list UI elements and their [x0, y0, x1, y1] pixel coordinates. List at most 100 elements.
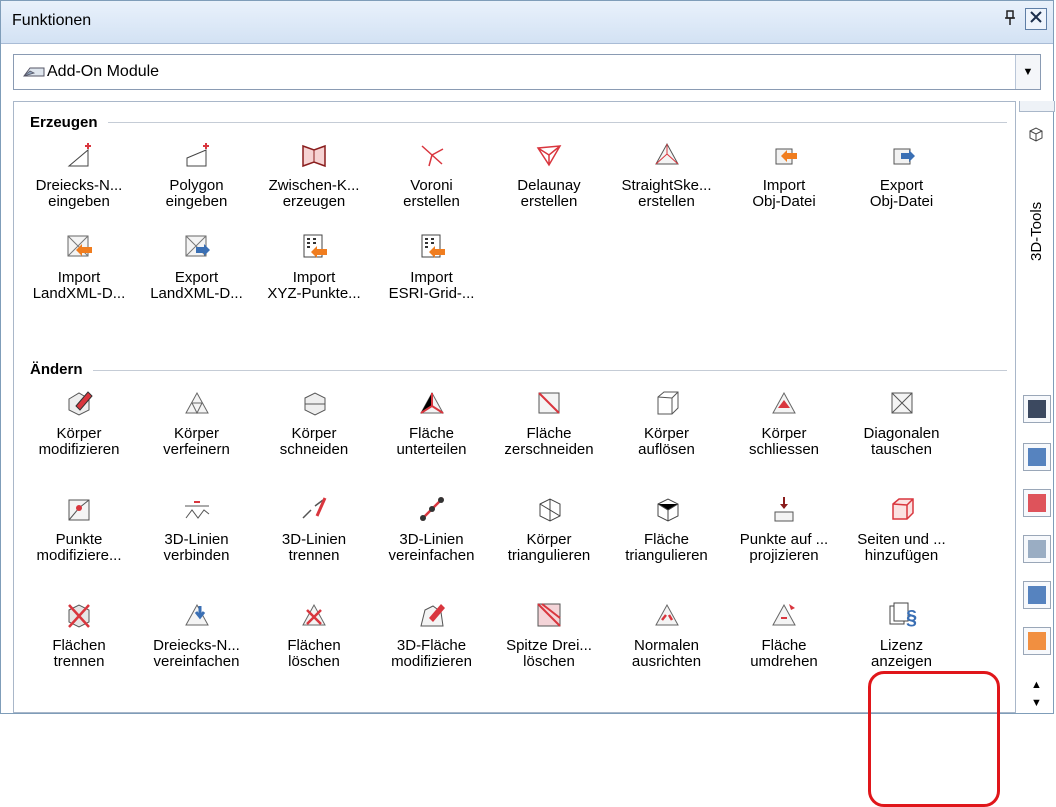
divider — [30, 370, 1007, 371]
side-tab[interactable] — [1019, 101, 1055, 112]
delaunay-icon — [536, 145, 562, 167]
close-icon — [1030, 11, 1042, 23]
tool-import-landxml[interactable]: Import LandXML-D... — [14, 232, 144, 324]
export-obj-icon — [893, 148, 915, 165]
body-triangulate-icon — [539, 498, 561, 522]
tool-sharp-triangles-delete[interactable]: Spitze Drei... löschen — [484, 600, 614, 692]
tool-faces-delete[interactable]: Flächen löschen — [249, 600, 379, 692]
add-on-module-icon — [23, 67, 45, 77]
tool-body-dissolve[interactable]: Körper auflösen — [602, 388, 732, 480]
tool-delaunay[interactable]: Delaunay erstellen — [484, 140, 614, 232]
tool-label: Export Obj-Datei — [869, 177, 934, 210]
tool-export-landxml[interactable]: Export LandXML-D... — [132, 232, 262, 324]
export-landxml-icon — [185, 235, 210, 257]
tool-align-normals[interactable]: Normalen ausrichten — [602, 600, 732, 692]
tool-label: Zwischen-K... erzeugen — [268, 177, 360, 210]
side-tab-3d-tools[interactable]: 3D-Tools — [1021, 151, 1053, 261]
body-dissolve-icon — [657, 391, 678, 415]
tool-body-modify[interactable]: Körper modifizieren — [14, 388, 144, 480]
tool-label: Körper schliessen — [748, 425, 820, 458]
tool-points-project[interactable]: Punkte auf ... projizieren — [719, 494, 849, 586]
tool-license[interactable]: § Lizenz anzeigen — [837, 600, 967, 692]
module-select-value: Add-On Module — [47, 63, 160, 80]
tool-label: Fläche unterteilen — [396, 425, 467, 458]
tool-label: Lizenz anzeigen — [871, 637, 932, 670]
tool-body-refine[interactable]: Körper verfeinern — [132, 388, 262, 480]
hatch-icon[interactable] — [1023, 535, 1051, 563]
points-modify-icon — [68, 499, 90, 521]
import-esri-icon — [421, 234, 445, 258]
tool-straight-skeleton[interactable]: StraightSke... erstellen — [602, 140, 732, 232]
import-obj-icon — [775, 148, 797, 165]
tool-import-obj[interactable]: Import Obj-Datei — [719, 140, 849, 232]
layout-icon[interactable] — [1023, 395, 1051, 423]
body-close-icon — [772, 391, 796, 414]
face-triangulate-icon — [657, 498, 678, 522]
tool-label: Körper verfeinern — [163, 425, 230, 458]
face3d-modify-icon — [419, 604, 445, 627]
license-icon: § — [889, 602, 917, 629]
tool-label: Dreiecks-N... vereinfachen — [153, 637, 240, 670]
import-landxml-icon — [67, 235, 92, 257]
tool-add-sides[interactable]: Seiten und ... hinzufügen — [837, 494, 967, 586]
tool-import-xyz[interactable]: Import XYZ-Punkte... — [249, 232, 379, 324]
tool-lines-simplify[interactable]: 3D-Linien vereinfachen — [367, 494, 497, 586]
tool-label: Export LandXML-D... — [150, 269, 243, 302]
intermediate-create-icon — [302, 144, 326, 168]
group-title-erzeugen: Erzeugen — [30, 114, 108, 131]
points-project-icon — [774, 497, 794, 522]
tool-faces-separate[interactable]: Flächen trennen — [14, 600, 144, 692]
tool-label: Fläche zerschneiden — [504, 425, 594, 458]
side-toolbar: 3D-Tools ▲ ▼ — [1019, 101, 1055, 713]
tool-intermediate-create[interactable]: Zwischen-K... erzeugen — [249, 140, 379, 232]
tool-swap-diagonals[interactable]: Diagonalen tauschen — [837, 388, 967, 480]
tool-face-slice[interactable]: Fläche zerschneiden — [484, 388, 614, 480]
pin-icon[interactable] — [1001, 10, 1019, 30]
tool-face3d-modify[interactable]: 3D-Fläche modifizieren — [367, 600, 497, 692]
tool-triangle-input[interactable]: Dreiecks-N... eingeben — [14, 140, 144, 232]
tool-label: Import Obj-Datei — [752, 177, 816, 210]
tool-triangle-simplify[interactable]: Dreiecks-N... vereinfachen — [132, 600, 262, 692]
crane-icon[interactable] — [1023, 581, 1051, 609]
tool-label: Import ESRI-Grid-... — [388, 269, 475, 302]
tool-label: Delaunay erstellen — [517, 177, 581, 210]
chevron-down-icon[interactable]: ▼ — [1015, 55, 1040, 89]
tool-body-close[interactable]: Körper schliessen — [719, 388, 849, 480]
tool-label: StraightSke... erstellen — [621, 177, 712, 210]
group-title-aendern: Ändern — [30, 361, 93, 378]
tool-label: Punkte auf ... projizieren — [739, 531, 829, 564]
straight-skeleton-icon — [654, 142, 679, 165]
tool-lines-split[interactable]: 3D-Linien trennen — [249, 494, 379, 586]
tool-label: Diagonalen tauschen — [863, 425, 940, 458]
tool-label: Fläche umdrehen — [750, 637, 818, 670]
divider — [30, 122, 1007, 123]
tool-polygon-input[interactable]: Polygon eingeben — [132, 140, 262, 232]
terrain-icon[interactable] — [1023, 443, 1051, 471]
side-tab-label: 3D-Tools — [1028, 201, 1045, 261]
face-subdivide-icon — [419, 391, 444, 414]
scroll-down-icon[interactable]: ▼ — [1031, 697, 1042, 709]
polygon-input-icon — [186, 143, 209, 167]
tool-export-obj[interactable]: Export Obj-Datei — [837, 140, 967, 232]
tool-label: Körper schneiden — [279, 425, 349, 458]
module-select[interactable]: Add-On Module ▼ — [13, 54, 1041, 90]
tool-import-esri[interactable]: Import ESRI-Grid-... — [367, 232, 497, 324]
body-cut-icon — [304, 392, 326, 416]
scroll-up-icon[interactable]: ▲ — [1031, 679, 1042, 691]
tool-lines-join[interactable]: 3D-Linien verbinden — [132, 494, 262, 586]
close-button[interactable] — [1025, 8, 1047, 30]
tool-voronoi[interactable]: Voroni erstellen — [367, 140, 497, 232]
triangle-tool-icon[interactable] — [1023, 489, 1051, 517]
tool-face-triangulate[interactable]: Fläche triangulieren — [602, 494, 732, 586]
tool-body-cut[interactable]: Körper schneiden — [249, 388, 379, 480]
lines-join-icon — [184, 501, 209, 519]
tool-label: Spitze Drei... löschen — [506, 637, 592, 670]
tool-label: Körper modifizieren — [38, 425, 120, 458]
tool-face-subdivide[interactable]: Fläche unterteilen — [367, 388, 497, 480]
tool-points-modify[interactable]: Punkte modifiziere... — [14, 494, 144, 586]
export-tool-icon[interactable] — [1023, 627, 1051, 655]
tool-body-triangulate[interactable]: Körper triangulieren — [484, 494, 614, 586]
tool-face-flip[interactable]: Fläche umdrehen — [719, 600, 849, 692]
tool-label: 3D-Linien vereinfachen — [388, 531, 475, 564]
align-normals-icon — [654, 603, 679, 626]
